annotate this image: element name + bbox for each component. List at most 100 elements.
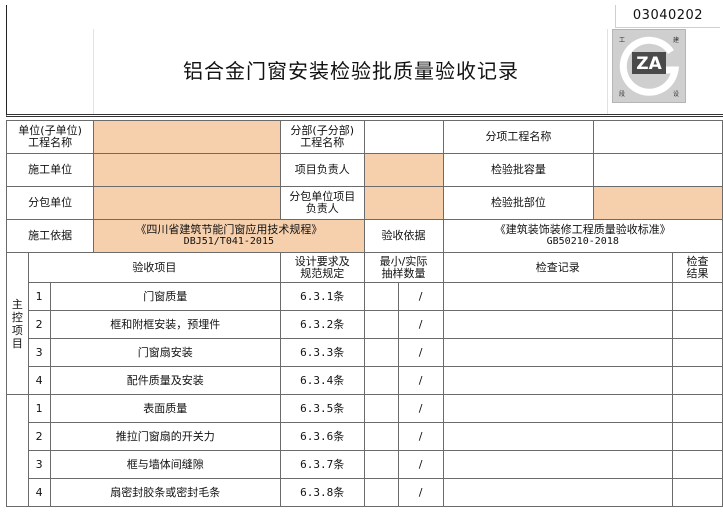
column-header-design: 设计要求及 规范规定 xyxy=(279,252,365,283)
sample-min[interactable] xyxy=(363,366,399,395)
item-number: 1 xyxy=(27,282,51,311)
item-number: 4 xyxy=(27,366,51,395)
sample-min[interactable] xyxy=(363,310,399,339)
item-clause: 6.3.3条 xyxy=(279,338,365,367)
construction-basis-code: DBJ51/T041-2015 xyxy=(183,236,274,247)
sample-min[interactable] xyxy=(363,338,399,367)
item-clause: 6.3.7条 xyxy=(279,450,365,479)
sample-actual[interactable]: / xyxy=(397,282,444,311)
main-control-group-label: 主 控 项 目 xyxy=(6,252,29,395)
sample-min[interactable] xyxy=(363,450,399,479)
doc-code: 03040202 xyxy=(615,5,720,28)
item-name: 框和附框安装，预埋件 xyxy=(49,310,281,339)
check-result[interactable] xyxy=(671,478,723,507)
division-project-value[interactable] xyxy=(363,120,444,154)
check-result[interactable] xyxy=(671,366,723,395)
item-clause: 6.3.6条 xyxy=(279,422,365,451)
unit-project-label: 单位(子单位) 工程名称 xyxy=(5,120,95,154)
sample-actual[interactable]: / xyxy=(397,366,444,395)
acceptance-basis-label: 验收依据 xyxy=(363,219,444,253)
check-record[interactable] xyxy=(442,366,673,395)
check-result[interactable] xyxy=(671,338,723,367)
sample-min[interactable] xyxy=(363,422,399,451)
subcontract-manager-value[interactable] xyxy=(363,186,444,220)
sample-actual[interactable]: / xyxy=(397,450,444,479)
acceptance-basis-standard: 《建筑装饰装修工程质量验收标准》 xyxy=(494,223,671,236)
subcontractor-value[interactable] xyxy=(93,186,281,220)
construction-basis-standard: 《四川省建筑节能门窗应用技术规程》 xyxy=(135,223,323,236)
item-clause: 6.3.1条 xyxy=(279,282,365,311)
item-number: 3 xyxy=(27,338,51,367)
check-record[interactable] xyxy=(442,478,673,507)
inspection-form-table: 单位(子单位) 工程名称 分部(子分部) 工程名称 分项工程名称 施工单位 项目… xyxy=(5,120,723,507)
construction-unit-label: 施工单位 xyxy=(5,153,95,187)
check-record[interactable] xyxy=(442,422,673,451)
item-clause: 6.3.2条 xyxy=(279,310,365,339)
construction-basis-value: 《四川省建筑节能门窗应用技术规程》 DBJ51/T041-2015 xyxy=(93,219,365,253)
batch-capacity-label: 检验批容量 xyxy=(442,153,595,187)
sample-actual[interactable]: / xyxy=(397,394,444,423)
item-number: 2 xyxy=(27,422,51,451)
check-record[interactable] xyxy=(442,450,673,479)
za-logo-icon: 工 建 段 设 ZA xyxy=(612,29,686,103)
construction-basis-label: 施工依据 xyxy=(5,219,95,253)
table-row: 1 门窗质量 6.3.1条 / xyxy=(7,282,723,311)
batch-location-label: 检验批部位 xyxy=(442,186,595,220)
project-manager-value[interactable] xyxy=(363,153,444,187)
item-name: 配件质量及安装 xyxy=(49,366,281,395)
item-name: 门窗质量 xyxy=(49,282,281,311)
check-result[interactable] xyxy=(671,310,723,339)
item-name: 推拉门窗扇的开关力 xyxy=(49,422,281,451)
check-record[interactable] xyxy=(442,338,673,367)
table-row: 4 配件质量及安装 6.3.4条 / xyxy=(7,366,723,395)
division-project-label: 分部(子分部) 工程名称 xyxy=(279,120,365,154)
sample-min[interactable] xyxy=(363,394,399,423)
sample-actual[interactable]: / xyxy=(397,310,444,339)
check-record[interactable] xyxy=(442,310,673,339)
item-number: 1 xyxy=(27,394,51,423)
table-row: 4 扇密封胶条或密封毛条 6.3.8条 / xyxy=(7,478,723,507)
item-name: 框与墙体间缝隙 xyxy=(49,450,281,479)
item-clause: 6.3.4条 xyxy=(279,366,365,395)
project-manager-label: 项目负责人 xyxy=(279,153,365,187)
construction-unit-value[interactable] xyxy=(93,153,281,187)
table-row: 3 框与墙体间缝隙 6.3.7条 / xyxy=(7,450,723,479)
check-result[interactable] xyxy=(671,422,723,451)
unit-project-value[interactable] xyxy=(93,120,281,154)
sample-actual[interactable]: / xyxy=(397,478,444,507)
batch-capacity-value[interactable] xyxy=(593,153,723,187)
item-number: 2 xyxy=(27,310,51,339)
subdivision-label: 分项工程名称 xyxy=(442,120,595,154)
header-divider xyxy=(93,29,94,114)
sample-min[interactable] xyxy=(363,478,399,507)
check-result[interactable] xyxy=(671,450,723,479)
page-title: 铝合金门窗安装检验批质量验收记录 xyxy=(183,59,519,83)
acceptance-basis-code: GB50210-2018 xyxy=(546,236,619,247)
column-header-sample: 最小/实际 抽样数量 xyxy=(363,252,444,283)
check-result[interactable] xyxy=(671,394,723,423)
check-record[interactable] xyxy=(442,282,673,311)
subcontract-manager-label: 分包单位项目 负责人 xyxy=(279,186,365,220)
table-row: 2 推拉门窗扇的开关力 6.3.6条 / xyxy=(7,422,723,451)
column-header-item: 验收项目 xyxy=(27,252,281,283)
batch-location-value[interactable] xyxy=(593,186,723,220)
header-divider xyxy=(607,29,608,114)
item-clause: 6.3.5条 xyxy=(279,394,365,423)
column-header-record: 检查记录 xyxy=(442,252,673,283)
logo-text: ZA xyxy=(636,54,662,74)
acceptance-basis-value: 《建筑装饰装修工程质量验收标准》 GB50210-2018 xyxy=(442,219,723,253)
general-group-label xyxy=(6,394,29,507)
sample-min[interactable] xyxy=(363,282,399,311)
subdivision-value[interactable] xyxy=(593,120,723,154)
column-header-result: 检查 结果 xyxy=(671,252,723,283)
table-row: 3 门窗扇安装 6.3.3条 / xyxy=(7,338,723,367)
item-number: 3 xyxy=(27,450,51,479)
check-result[interactable] xyxy=(671,282,723,311)
item-name: 表面质量 xyxy=(49,394,281,423)
check-record[interactable] xyxy=(442,394,673,423)
table-row: 1 表面质量 6.3.5条 / xyxy=(6,394,723,507)
sample-actual[interactable]: / xyxy=(397,422,444,451)
item-clause: 6.3.8条 xyxy=(279,478,365,507)
item-name: 门窗扇安装 xyxy=(49,338,281,367)
sample-actual[interactable]: / xyxy=(397,338,444,367)
